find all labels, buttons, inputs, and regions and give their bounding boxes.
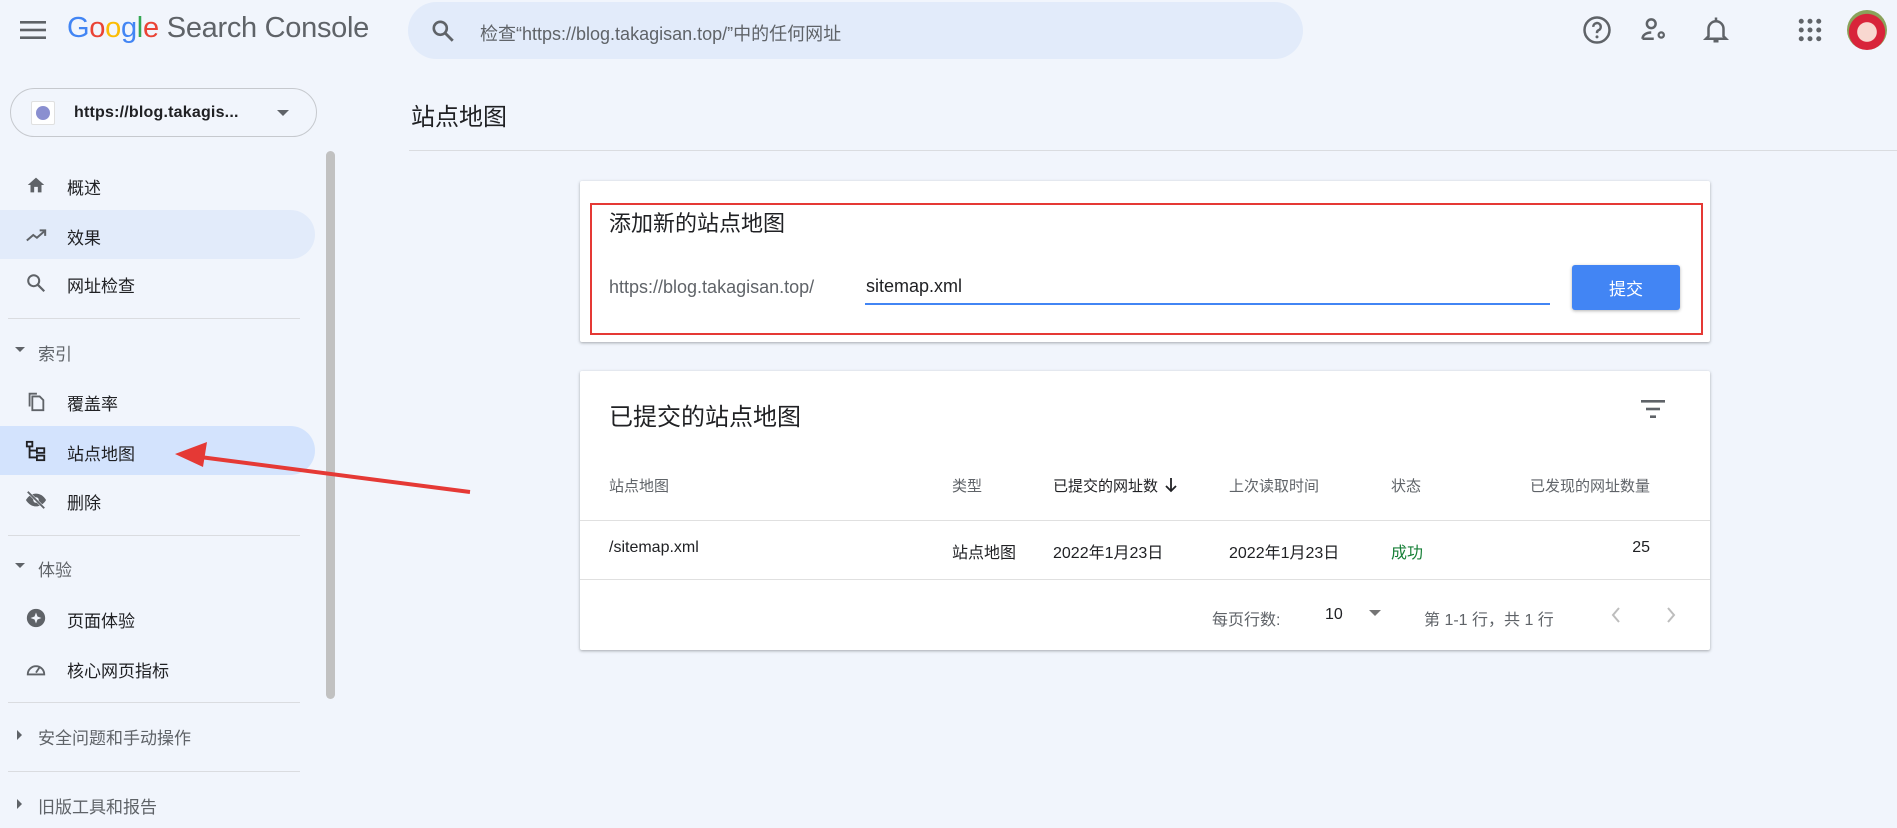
section-index[interactable]: 索引 (0, 331, 315, 371)
sidebar-item-core-web-vitals[interactable]: 核心网页指标 (0, 643, 315, 692)
divider (8, 771, 300, 772)
sidebar-item-performance[interactable]: 效果 (0, 210, 315, 259)
chevron-left-icon[interactable] (1609, 605, 1623, 625)
caret-down-icon (15, 347, 25, 352)
dropdown-arrow-icon (277, 110, 289, 116)
globe-icon (31, 101, 55, 125)
sidebar-item-sitemaps[interactable]: 站点地图 (0, 426, 315, 475)
sidebar-item-removals[interactable]: 删除 (0, 475, 315, 524)
sitemap-icon (25, 440, 46, 462)
search-input[interactable]: 检查“https://blog.takagisan.top/”中的任何网址 (480, 20, 841, 46)
section-legacy-tools[interactable]: 旧版工具和报告 (0, 784, 315, 824)
manage-users-icon[interactable] (1640, 15, 1670, 45)
dropdown-arrow-icon (1368, 610, 1381, 616)
add-sitemap-card: 添加新的站点地图 https://blog.takagisan.top/ 提交 (580, 181, 1710, 342)
sidebar-item-overview[interactable]: 概述 (0, 160, 315, 209)
page-experience-icon (26, 608, 46, 628)
property-selector[interactable]: https://blog.takagis... (10, 88, 317, 137)
divider (580, 579, 1710, 580)
column-header-last-read[interactable]: 上次读取时间 (1229, 475, 1319, 496)
column-header-sitemap[interactable]: 站点地图 (609, 475, 669, 496)
section-experience[interactable]: 体验 (0, 547, 315, 587)
chevron-right-icon[interactable] (1664, 605, 1678, 625)
status-badge: 成功 (1391, 545, 1424, 562)
cell-last-read: 2022年1月23日 (1229, 545, 1340, 562)
speed-icon (26, 665, 46, 676)
trending-up-icon (26, 229, 47, 242)
divider (8, 702, 300, 703)
card-title: 已提交的站点地图 (609, 404, 801, 431)
cell-submitted: 2022年1月23日 (1053, 545, 1164, 562)
notifications-icon[interactable] (1701, 15, 1731, 45)
sort-down-icon (1165, 478, 1177, 493)
cell-sitemap: /sitemap.xml (609, 539, 699, 556)
sitemap-url-input[interactable] (865, 269, 1550, 305)
divider (8, 535, 300, 536)
url-prefix: https://blog.takagisan.top/ (609, 277, 815, 297)
caret-down-icon (15, 563, 25, 568)
search-icon[interactable] (430, 18, 456, 44)
rows-per-page-label: 每页行数: (1212, 612, 1281, 629)
help-icon[interactable] (1582, 15, 1612, 45)
rows-per-page-select[interactable]: 10 (1325, 606, 1381, 624)
sidebar-item-coverage[interactable]: 覆盖率 (0, 376, 315, 425)
sidebar-item-page-experience[interactable]: 页面体验 (0, 593, 315, 642)
cell-type: 站点地图 (952, 545, 1017, 562)
column-header-type[interactable]: 类型 (952, 475, 982, 496)
home-icon (27, 177, 45, 193)
visibility-off-icon (25, 490, 47, 510)
search-bar[interactable]: 检查“https://blog.takagisan.top/”中的任何网址 (408, 2, 1303, 59)
submit-button[interactable]: 提交 (1572, 265, 1680, 310)
cell-discovered: 25 (1632, 539, 1650, 556)
page-title: 站点地图 (411, 104, 507, 131)
sidebar-item-url-inspection[interactable]: 网址检查 (0, 258, 315, 307)
sidebar-scrollbar[interactable] (326, 151, 335, 699)
search-icon (27, 274, 46, 293)
apps-icon[interactable] (1795, 15, 1825, 45)
submitted-sitemaps-card: 已提交的站点地图 站点地图 类型 已提交的网址数 上次读取时间 状态 已发现的网… (580, 371, 1710, 650)
column-header-discovered[interactable]: 已发现的网址数量 (1530, 475, 1650, 496)
caret-right-icon (17, 799, 22, 809)
column-header-status[interactable]: 状态 (1391, 475, 1421, 496)
pagination-range: 第 1-1 行，共 1 行 (1424, 612, 1554, 629)
menu-icon[interactable] (20, 20, 46, 40)
divider (8, 318, 300, 319)
section-security[interactable]: 安全问题和手动操作 (0, 715, 315, 755)
copy-icon (28, 392, 45, 412)
divider (409, 150, 1897, 151)
filter-icon[interactable] (1639, 397, 1667, 421)
column-header-submitted[interactable]: 已提交的网址数 (1053, 475, 1178, 496)
property-label: https://blog.takagis... (74, 104, 239, 121)
card-title: 添加新的站点地图 (609, 211, 786, 236)
avatar[interactable] (1847, 10, 1887, 50)
divider (580, 520, 1710, 521)
logo[interactable]: Google Search Console (67, 12, 369, 45)
caret-right-icon (17, 730, 22, 740)
